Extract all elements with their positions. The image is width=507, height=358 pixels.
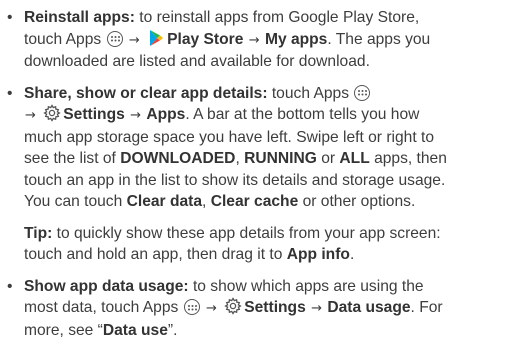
text: downloaded are listed and available for … xyxy=(24,53,370,70)
apps-icon xyxy=(183,299,200,315)
my-apps-label: My apps xyxy=(264,30,328,48)
heading-share-show-clear: Share, show or clear app details: xyxy=(24,84,268,102)
text: or xyxy=(316,150,340,167)
text: ”. xyxy=(167,321,178,339)
settings-label: Settings xyxy=(244,299,306,316)
text: . A bar at the bottom tells you how xyxy=(185,106,420,123)
play-store-label: Play Store xyxy=(167,30,244,48)
text: apps, then xyxy=(369,150,447,167)
text: . The apps you xyxy=(327,30,431,48)
tip-heading: Tip: xyxy=(24,224,53,242)
paragraph-share: Share, show or clear app details: touch … xyxy=(24,83,501,213)
text: or other options. xyxy=(298,193,416,210)
downloaded-label: DOWNLOADED xyxy=(120,150,236,167)
text: more, see “ xyxy=(24,321,103,339)
clear-cache-label: Clear cache xyxy=(210,193,299,210)
app-info-label: App info xyxy=(286,246,350,263)
text: touch Apps xyxy=(24,30,106,48)
arrow-icon: → xyxy=(130,108,142,123)
all-label: ALL xyxy=(339,150,370,167)
settings-icon xyxy=(224,297,242,315)
arrow-icon: → xyxy=(311,301,322,316)
text: to quickly show these app details from y… xyxy=(52,224,441,242)
text: touch and hold an app, then drag it to xyxy=(24,246,287,263)
text: to show which apps are using the xyxy=(188,277,424,295)
tip-paragraph: Tip: to quickly show these app details f… xyxy=(0,223,501,266)
bullet-reinstall-apps: • Reinstall apps: to reinstall apps from… xyxy=(0,7,501,73)
bullet-share-show-clear: • Share, show or clear app details: touc… xyxy=(0,83,501,213)
help-document: • Reinstall apps: to reinstall apps from… xyxy=(0,0,507,358)
bullet-marker: • xyxy=(7,9,13,26)
paragraph-reinstall: Reinstall apps: to reinstall apps from G… xyxy=(24,7,501,73)
settings-label: Settings xyxy=(63,106,125,123)
text: , xyxy=(235,150,245,167)
arrow-icon: → xyxy=(25,108,36,123)
bullet-show-data-usage: • Show app data usage: to show which app… xyxy=(0,276,501,342)
clear-data-label: Clear data xyxy=(126,193,203,210)
text: much app storage space you have left. Sw… xyxy=(24,128,434,146)
text: . For xyxy=(410,299,443,316)
text: to reinstall apps from Google Play Store… xyxy=(134,9,420,26)
paragraph-usage: Show app data usage: to show which apps … xyxy=(24,276,501,342)
apps-label: Apps xyxy=(146,106,186,123)
arrow-icon: → xyxy=(248,32,260,48)
running-label: RUNNING xyxy=(244,150,317,167)
arrow-icon: → xyxy=(205,301,217,316)
heading-show-data-usage: Show app data usage: xyxy=(24,277,189,295)
arrow-icon: → xyxy=(128,32,140,48)
data-use-link[interactable]: Data use xyxy=(103,322,168,339)
bullet-marker: • xyxy=(7,84,13,102)
apps-icon xyxy=(106,30,123,47)
text: see the list of xyxy=(24,150,121,167)
text: . xyxy=(349,246,355,263)
heading-reinstall-apps: Reinstall apps: xyxy=(24,9,135,26)
text: , xyxy=(202,193,211,210)
play-store-icon xyxy=(150,29,164,46)
text: You can touch xyxy=(24,193,127,210)
settings-icon xyxy=(43,104,61,122)
text: touch an app in the list to show its det… xyxy=(24,171,446,189)
bullet-marker: • xyxy=(7,277,13,295)
text: most data, touch Apps xyxy=(24,299,183,316)
data-usage-label: Data usage xyxy=(327,299,411,316)
text: touch Apps xyxy=(267,84,354,102)
apps-icon xyxy=(354,84,371,101)
